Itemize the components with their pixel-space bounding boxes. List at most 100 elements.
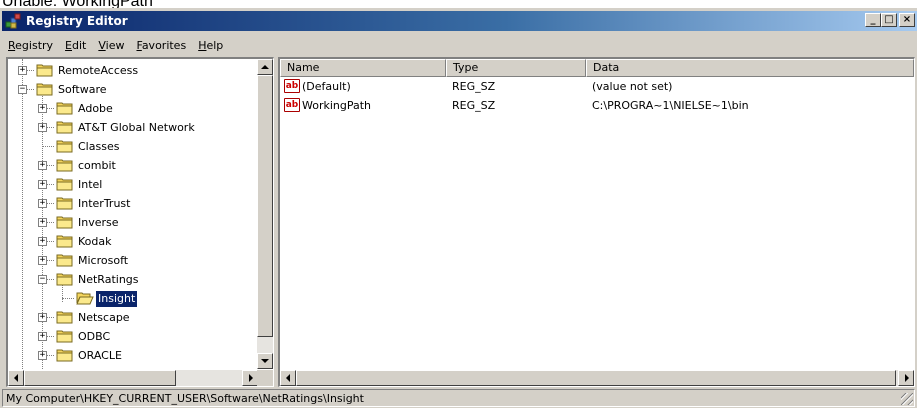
folder-open-icon — [76, 292, 94, 305]
expand-icon[interactable]: + — [38, 104, 47, 113]
arrow-right-icon — [249, 374, 253, 382]
menu-help-rest: elp — [206, 39, 224, 52]
tree-item-label: Inverse — [78, 216, 119, 229]
expand-icon[interactable]: + — [38, 332, 47, 341]
value-type: REG_SZ — [452, 80, 496, 93]
folder-icon — [56, 349, 73, 362]
arrow-up-icon — [261, 65, 269, 69]
menu-bar: Registry Edit View Favorites Help — [2, 37, 229, 55]
expand-icon[interactable]: + — [18, 66, 27, 75]
expand-icon[interactable]: + — [38, 351, 47, 360]
expand-icon[interactable]: + — [38, 256, 47, 265]
tree-item[interactable]: + Microsoft — [8, 252, 258, 271]
status-bar: My Computer\HKEY_CURRENT_USER\Software\N… — [2, 389, 915, 407]
folder-icon — [56, 121, 73, 134]
value-row[interactable]: ab WorkingPath REG_SZ C:\PROGRA~1\NIELSE… — [280, 97, 914, 115]
tree-item[interactable]: + Inverse — [8, 214, 258, 233]
list-horizontal-thumb[interactable] — [296, 370, 896, 386]
menu-help[interactable]: Help — [192, 37, 229, 55]
menu-registry[interactable]: Registry — [2, 37, 59, 55]
key-tree[interactable]: + RemoteAccess − Software + Adobe + AT&T Global… — [6, 57, 274, 387]
tree-item-label: ODBC — [78, 330, 111, 343]
scroll-right-button[interactable] — [242, 370, 258, 386]
minimize-button[interactable]: _ — [865, 13, 881, 27]
column-header-data[interactable]: Data — [586, 59, 914, 77]
arrow-right-icon — [905, 374, 909, 382]
status-path: My Computer\HKEY_CURRENT_USER\Software\N… — [6, 392, 364, 405]
list-scroll-right-button[interactable] — [898, 370, 914, 386]
menu-view-rest: iew — [105, 39, 125, 52]
tree-item-label: combit — [78, 159, 116, 172]
close-button[interactable]: × — [899, 13, 915, 27]
menu-favorites[interactable]: Favorites — [130, 37, 192, 55]
tree-item-label: ORACLE — [78, 349, 122, 362]
expand-icon[interactable]: + — [38, 123, 47, 132]
scroll-up-button[interactable] — [257, 59, 273, 75]
tree-item[interactable]: + combit — [8, 157, 258, 176]
tree-horizontal-thumb[interactable] — [24, 370, 176, 386]
tree-item[interactable]: Insight — [8, 290, 258, 309]
scroll-down-button[interactable] — [257, 353, 273, 369]
folder-icon — [56, 178, 73, 191]
value-data: C:\PROGRA~1\NIELSE~1\bin — [592, 99, 749, 112]
folder-icon — [56, 330, 73, 343]
tree-item[interactable]: − NetRatings — [8, 271, 258, 290]
tree-vertical-scrollbar[interactable] — [257, 59, 273, 369]
collapse-icon[interactable]: − — [18, 85, 27, 94]
folder-icon — [56, 159, 73, 172]
value-name: WorkingPath — [302, 99, 372, 112]
expand-icon[interactable]: + — [38, 180, 47, 189]
tree-item-label: Software — [58, 83, 107, 96]
values-list[interactable]: Name Type Data ab (Default) REG_SZ (valu… — [278, 57, 915, 387]
collapse-icon[interactable]: − — [38, 275, 47, 284]
tree-item-label: Classes — [78, 140, 120, 153]
expand-icon[interactable]: + — [38, 199, 47, 208]
title-bar[interactable]: Registry Editor _ □ × — [2, 11, 917, 31]
tree-item[interactable]: + Netscape — [8, 309, 258, 328]
tree-horizontal-scrollbar[interactable] — [8, 370, 258, 386]
tree-item[interactable]: + InterTrust — [8, 195, 258, 214]
list-horizontal-scrollbar[interactable] — [280, 370, 914, 386]
value-type: REG_SZ — [452, 99, 496, 112]
tree-item-label: InterTrust — [78, 197, 131, 210]
value-name: (Default) — [302, 80, 351, 93]
expand-icon[interactable]: + — [38, 313, 47, 322]
menu-edit[interactable]: Edit — [59, 37, 92, 55]
folder-icon — [56, 216, 73, 229]
tree-item[interactable]: + Intel — [8, 176, 258, 195]
tree-item-label: Intel — [78, 178, 103, 191]
string-value-icon: ab — [284, 98, 300, 112]
menu-edit-rest: dit — [72, 39, 87, 52]
folder-icon — [56, 197, 73, 210]
menu-view[interactable]: View — [92, 37, 130, 55]
tree-item[interactable]: + ODBC — [8, 328, 258, 347]
tree-item[interactable]: + Adobe — [8, 100, 258, 119]
value-row[interactable]: ab (Default) REG_SZ (value not set) — [280, 78, 914, 96]
scroll-left-button[interactable] — [8, 370, 24, 386]
arrow-down-icon — [261, 359, 269, 363]
list-scroll-left-button[interactable] — [280, 370, 296, 386]
tree-item[interactable]: Classes — [8, 138, 258, 157]
tree-vertical-thumb[interactable] — [257, 75, 273, 337]
expand-icon[interactable]: + — [38, 237, 47, 246]
expand-icon[interactable]: + — [38, 218, 47, 227]
tree-item-label: Kodak — [78, 235, 112, 248]
resize-grip-icon[interactable] — [901, 393, 913, 405]
column-header-type[interactable]: Type — [446, 59, 586, 77]
maximize-button[interactable]: □ — [881, 13, 897, 27]
column-header-name[interactable]: Name — [280, 59, 446, 77]
folder-icon — [56, 273, 73, 286]
tree-item[interactable]: + RemoteAccess — [8, 62, 258, 81]
folder-icon — [36, 83, 53, 96]
expand-icon[interactable]: + — [38, 161, 47, 170]
folder-icon — [56, 311, 73, 324]
tree-item[interactable]: + ORACLE — [8, 347, 258, 366]
menu-favorites-rest: avorites — [141, 39, 187, 52]
tree-item[interactable]: − Software — [8, 81, 258, 100]
folder-icon — [56, 235, 73, 248]
tree-item[interactable]: + Kodak — [8, 233, 258, 252]
tree-item-label: Insight — [94, 290, 139, 308]
folder-icon — [56, 140, 73, 153]
tree-item[interactable]: + AT&T Global Network — [8, 119, 258, 138]
registry-editor-icon — [5, 13, 21, 29]
